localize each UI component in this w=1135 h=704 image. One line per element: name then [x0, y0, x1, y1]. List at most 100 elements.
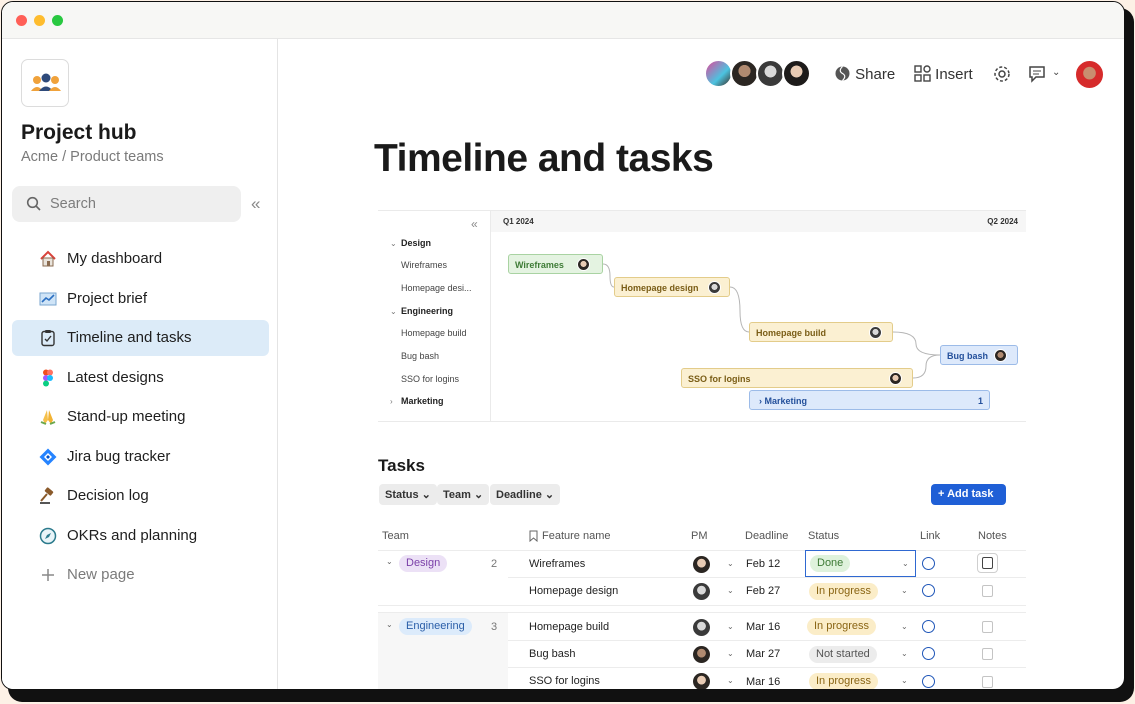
deadline[interactable]: Feb 27	[746, 585, 780, 597]
chevron-down-icon[interactable]: ⌄	[901, 586, 908, 595]
status-filter[interactable]: Status ⌄	[379, 484, 437, 505]
gear-icon[interactable]	[993, 65, 1011, 83]
status-cell-selected[interactable]: Done ⌄	[805, 550, 916, 577]
deadline-filter[interactable]: Deadline ⌄	[490, 484, 561, 505]
status-badge[interactable]: In progress	[807, 618, 877, 635]
chevron-down-icon[interactable]: ⌄	[386, 620, 393, 629]
column-header-link[interactable]: Link	[920, 530, 940, 542]
column-header-pm[interactable]: PM	[691, 530, 708, 542]
chevron-down-icon[interactable]: ⌄	[901, 622, 908, 631]
chevron-down-icon[interactable]: ⌄	[901, 676, 908, 685]
minimize-window-button[interactable]	[34, 15, 45, 26]
new-page-button[interactable]: New page	[12, 557, 269, 593]
chevron-down-icon[interactable]: ⌄	[1052, 67, 1060, 78]
column-header-status[interactable]: Status	[808, 530, 839, 542]
notes-icon[interactable]	[982, 585, 993, 597]
deadline[interactable]: Mar 16	[746, 621, 780, 633]
timeline-bar-homepage-build[interactable]: Homepage build	[749, 322, 893, 342]
globe-icon[interactable]	[922, 584, 935, 597]
sidebar-item-decision-log[interactable]: Decision log	[12, 478, 269, 514]
team-tag-design[interactable]: Design	[399, 555, 448, 572]
team-filter[interactable]: Team ⌄	[437, 484, 490, 505]
timeline-bar-marketing[interactable]: › Marketing 1	[749, 390, 990, 410]
share-button[interactable]: Share	[834, 65, 895, 83]
collapse-sidebar-button[interactable]: «	[251, 194, 260, 214]
notes-icon[interactable]	[982, 648, 993, 660]
chevron-down-icon[interactable]: ⌄	[902, 559, 909, 568]
timeline-bar-bug-bash[interactable]: Bug bash	[940, 345, 1018, 365]
bookmark-icon	[529, 530, 538, 542]
globe-icon[interactable]	[922, 557, 935, 570]
figma-icon	[43, 369, 53, 387]
pm-avatar[interactable]	[693, 556, 710, 573]
search-input[interactable]: Search	[12, 186, 241, 222]
status-badge[interactable]: Not started	[809, 646, 877, 663]
collaborator-avatar[interactable]	[730, 59, 759, 88]
notes-icon[interactable]	[982, 621, 993, 633]
sidebar-item-latest-designs[interactable]: Latest designs	[12, 360, 269, 396]
grid-icon	[914, 65, 931, 82]
deadline[interactable]: Mar 27	[746, 648, 780, 660]
sidebar-item-okrs-and-planning[interactable]: OKRs and planning	[12, 518, 269, 554]
new-page-label: New page	[67, 566, 135, 583]
deadline[interactable]: Feb 12	[746, 558, 780, 570]
add-task-button[interactable]: + Add task	[931, 484, 1006, 505]
timeline-bar-wireframes[interactable]: Wireframes	[508, 254, 603, 274]
column-header-notes[interactable]: Notes	[978, 530, 1007, 542]
deadline[interactable]: Mar 16	[746, 676, 780, 688]
chevron-down-icon[interactable]: ⌄	[727, 649, 734, 658]
feature-name[interactable]: Homepage design	[529, 585, 618, 597]
timeline-view: « ⌄ Design Wireframes Homepage desi... ⌄…	[378, 210, 1026, 422]
maximize-window-button[interactable]	[52, 15, 63, 26]
timeline-bar-sso-for-logins[interactable]: SSO for logins	[681, 368, 913, 388]
sidebar-item-timeline-and-tasks[interactable]: Timeline and tasks	[12, 320, 269, 356]
collaborator-avatar[interactable]	[782, 59, 811, 88]
pm-avatar[interactable]	[693, 619, 710, 636]
sidebar-item-stand-up-meeting[interactable]: Stand-up meeting	[12, 399, 269, 435]
row-divider	[508, 640, 1026, 641]
globe-icon[interactable]	[922, 675, 935, 688]
status-badge[interactable]: In progress	[809, 583, 879, 600]
globe-icon[interactable]	[922, 620, 935, 633]
column-header-deadline[interactable]: Deadline	[745, 530, 788, 542]
collaborator-avatar[interactable]	[704, 59, 733, 88]
feature-name[interactable]: Bug bash	[529, 648, 575, 660]
feature-name[interactable]: SSO for logins	[529, 675, 600, 687]
notes-button[interactable]	[977, 553, 998, 573]
pm-avatar[interactable]	[693, 646, 710, 663]
feature-name[interactable]: Wireframes	[529, 558, 585, 570]
close-window-button[interactable]	[16, 15, 27, 26]
notes-icon	[982, 557, 993, 569]
globe-icon[interactable]	[922, 647, 935, 660]
comment-icon[interactable]	[1028, 65, 1048, 83]
column-header-feature-name[interactable]: Feature name	[542, 530, 610, 542]
chevron-down-icon[interactable]: ⌄	[727, 586, 734, 595]
sidebar-item-my-dashboard[interactable]: My dashboard	[12, 241, 269, 277]
workspace-breadcrumb[interactable]: Acme / Product teams	[21, 149, 164, 165]
workspace-logo[interactable]	[21, 59, 69, 107]
insert-button[interactable]: Insert	[914, 65, 973, 83]
pm-avatar[interactable]	[693, 583, 710, 600]
column-header-team[interactable]: Team	[382, 530, 409, 542]
chevron-down-icon[interactable]: ⌄	[727, 559, 734, 568]
sidebar-item-project-brief[interactable]: Project brief	[12, 281, 269, 317]
chevron-down-icon[interactable]: ⌄	[901, 649, 908, 658]
feature-name[interactable]: Homepage build	[529, 621, 609, 633]
row-divider	[508, 667, 1026, 668]
sidebar: Project hub Acme / Product teams Search …	[2, 39, 278, 689]
plus-icon	[42, 569, 54, 581]
assignee-avatar	[994, 349, 1007, 362]
timeline-bar-homepage-design[interactable]: Homepage design	[614, 277, 730, 297]
chevron-down-icon[interactable]: ⌄	[727, 622, 734, 631]
user-avatar[interactable]	[1074, 59, 1105, 90]
notes-icon[interactable]	[982, 676, 993, 688]
collaborator-avatar[interactable]	[756, 59, 785, 88]
chevron-down-icon[interactable]: ⌄	[727, 676, 734, 685]
team-tag-engineering[interactable]: Engineering	[399, 618, 472, 635]
group-count: 2	[491, 558, 498, 570]
status-badge[interactable]: In progress	[809, 673, 879, 689]
chevron-down-icon[interactable]: ⌄	[386, 557, 393, 566]
sidebar-item-jira-bug-tracker[interactable]: Jira bug tracker	[12, 439, 269, 475]
pm-avatar[interactable]	[693, 673, 710, 689]
bar-label: Wireframes	[515, 260, 564, 270]
